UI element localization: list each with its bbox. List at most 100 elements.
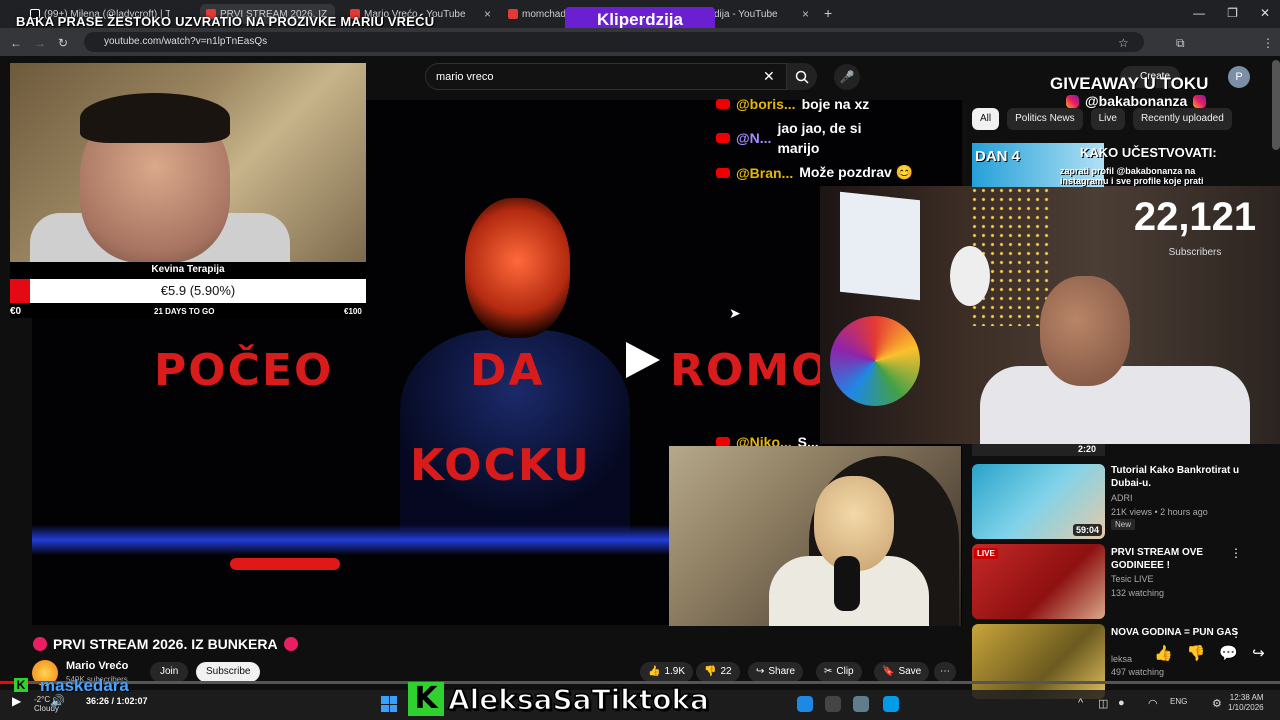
- menu-icon[interactable]: ⋮: [1262, 36, 1274, 50]
- store-icon[interactable]: [883, 696, 899, 712]
- app-tray-icon[interactable]: ●: [1118, 697, 1125, 709]
- settings-icon[interactable]: [853, 696, 869, 712]
- chip-politics[interactable]: Politics News: [1007, 108, 1083, 130]
- extensions-icon[interactable]: ⧉: [1176, 36, 1185, 51]
- share-icon[interactable]: ↪: [1252, 644, 1265, 662]
- tab-youtube[interactable]: dija - YouTube: [700, 4, 800, 24]
- video-red-light: [230, 558, 340, 570]
- mic-button[interactable]: 🎤: [834, 64, 860, 90]
- like-button[interactable]: 👍 1.9K: [640, 662, 694, 682]
- thumbs-up-icon[interactable]: 👍: [1154, 644, 1173, 662]
- filter-chips: All Politics News Live Recently uploaded: [972, 108, 1232, 130]
- language-indicator[interactable]: ENG: [1170, 697, 1187, 706]
- dislike-count: 22: [720, 666, 732, 677]
- wifi-icon[interactable]: ◠: [1148, 697, 1158, 710]
- thumbs-up-icon: 👍: [648, 666, 661, 677]
- video-caption-word: POČEO: [154, 345, 334, 396]
- address-bar: ← → ↻ youtube.com/watch?v=n1lpTnEasQs ☆ …: [0, 28, 1280, 56]
- chip-all[interactable]: All: [972, 108, 1000, 130]
- star-icon[interactable]: ☆: [1118, 36, 1129, 50]
- video-caption-word: ROMO: [670, 345, 831, 396]
- window-controls: — ❐ ✕: [1193, 6, 1270, 20]
- video-caption-word: KOCKU: [410, 440, 591, 491]
- clock-date: 1/10/2026: [1228, 703, 1264, 712]
- duration-badge: 2:20: [1078, 444, 1097, 454]
- url-field[interactable]: youtube.com/watch?v=n1lpTnEasQs: [84, 32, 1144, 52]
- play-pause-icon[interactable]: ▶: [12, 694, 21, 708]
- instagram-icon: [1066, 94, 1079, 108]
- donation-max: €100: [344, 307, 362, 316]
- thumbs-down-icon[interactable]: 👎: [1187, 644, 1206, 662]
- gear-icon[interactable]: ⚙: [1212, 697, 1222, 710]
- scrollbar[interactable]: [1272, 60, 1280, 150]
- subscriber-label: Subscribers: [1168, 247, 1222, 258]
- share-icon: ↪: [756, 666, 765, 677]
- webcam-monitor: [840, 191, 920, 301]
- recommendation-thumbnail[interactable]: [972, 624, 1105, 699]
- bookmark-icon: 🔖: [882, 666, 895, 677]
- chatgpt-icon[interactable]: [825, 696, 841, 712]
- clip-button[interactable]: ✂ Clip: [816, 662, 862, 682]
- recommendation-channel[interactable]: leksa: [1111, 654, 1132, 664]
- youtube-icon: [716, 133, 730, 143]
- more-options-icon[interactable]: ⋮: [1230, 546, 1242, 560]
- scissors-icon: ✂: [824, 666, 833, 677]
- volume-icon[interactable]: 🔊: [50, 694, 65, 708]
- search-input[interactable]: mario vreco: [425, 63, 787, 90]
- dislike-button[interactable]: 👎 22: [696, 662, 740, 682]
- tab-momchadij[interactable]: momchadij: [508, 4, 568, 24]
- share-button[interactable]: ↪ Share: [748, 662, 804, 682]
- windows-start-icon[interactable]: [381, 696, 397, 712]
- close-icon[interactable]: ×: [484, 7, 491, 21]
- recommendation-item[interactable]: 59:04 Tutorial Kako Bankrotirat u Dubai-…: [972, 464, 1272, 540]
- forward-icon[interactable]: →: [34, 36, 46, 50]
- overlay-action-icons: 👍 👎 💬 ↪: [1154, 644, 1265, 662]
- maximize-icon[interactable]: ❐: [1227, 6, 1238, 20]
- webcam-shirt: [980, 366, 1250, 444]
- clip-label: Clip: [836, 666, 854, 677]
- video-person-face: [465, 198, 570, 338]
- maskedara-watermark: maskedara: [40, 676, 129, 695]
- comment-icon[interactable]: 💬: [1219, 644, 1238, 662]
- clear-search-icon[interactable]: ✕: [763, 68, 775, 85]
- banner-how-to: KAKO UČESTVOVATI:: [1080, 145, 1217, 160]
- back-icon[interactable]: ←: [10, 36, 22, 50]
- subscribe-button[interactable]: Subscribe: [196, 662, 261, 682]
- chat-text: boje na xz: [801, 96, 870, 112]
- chip-live[interactable]: Live: [1090, 108, 1125, 130]
- new-tab-button[interactable]: +: [824, 5, 832, 21]
- snowman: [950, 246, 990, 306]
- search-button[interactable]: [787, 63, 817, 90]
- more-actions-button[interactable]: ⋯: [934, 662, 956, 682]
- account-avatar[interactable]: P: [1228, 66, 1250, 88]
- minimize-icon[interactable]: —: [1193, 6, 1205, 20]
- chat-message: @N... jao jao, de si marijo: [716, 118, 867, 158]
- recommendation-channel[interactable]: ADRI: [1111, 493, 1133, 503]
- edge-icon[interactable]: [797, 696, 813, 712]
- reload-icon[interactable]: ↻: [58, 36, 68, 50]
- save-button[interactable]: 🔖 Save: [874, 662, 930, 682]
- video-caption-word: DA: [470, 345, 545, 396]
- play-icon[interactable]: [622, 340, 662, 380]
- tab-label: momchadij: [522, 8, 568, 20]
- channel-name[interactable]: Mario Vrećo: [66, 660, 128, 672]
- recommendation-item[interactable]: LIVE PRVI STREAM OVE GODINEEE ! Tesic LI…: [972, 544, 1272, 620]
- donation-min: €0: [10, 306, 22, 317]
- donation-title: Kevina Terapija: [151, 264, 225, 275]
- tray-chevron-icon[interactable]: ^: [1078, 697, 1083, 709]
- system-clock[interactable]: 12:38 AM 1/10/2026: [1228, 693, 1264, 713]
- more-options-icon[interactable]: ⋮: [1230, 626, 1242, 640]
- close-icon[interactable]: ×: [802, 7, 809, 21]
- close-window-icon[interactable]: ✕: [1260, 6, 1270, 20]
- mouse-cursor-icon: ➤: [729, 305, 741, 321]
- instagram-handle: @bakabonanza: [1066, 93, 1207, 109]
- tab-label: dija - YouTube: [714, 8, 778, 20]
- chip-recent[interactable]: Recently uploaded: [1132, 108, 1232, 130]
- join-button[interactable]: Join: [150, 662, 189, 682]
- network-tray-icon[interactable]: ◫: [1098, 697, 1108, 710]
- rainbow-ball: [830, 316, 920, 406]
- recommendation-item[interactable]: NOVA GODINA = PUN GAS leksa 497 watching…: [972, 624, 1272, 700]
- recommendation-title[interactable]: Tutorial Kako Bankrotirat u Dubai-u.: [1111, 464, 1251, 490]
- streamer-webcam: [10, 63, 366, 263]
- recommendation-channel[interactable]: Tesic LIVE: [1111, 574, 1154, 584]
